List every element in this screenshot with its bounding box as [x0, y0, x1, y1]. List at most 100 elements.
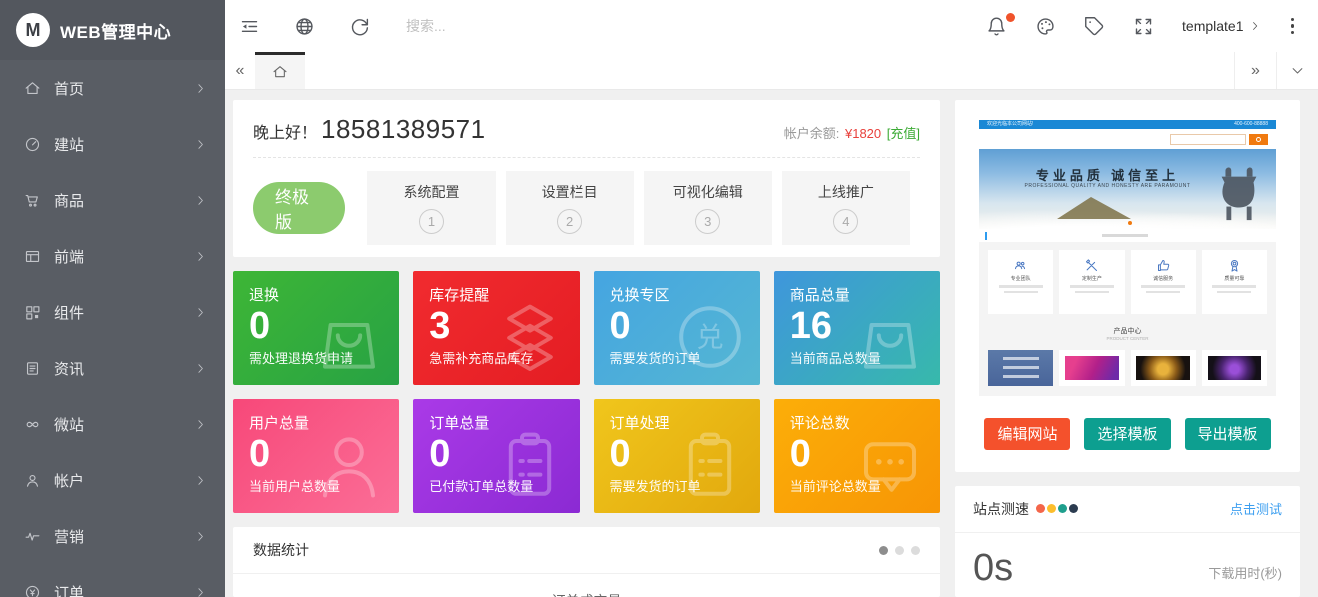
svg-text:兑: 兑 — [696, 322, 723, 353]
preview-caption-row — [979, 229, 1276, 242]
stat-card-returns[interactable]: 退换 0 需处理退换货申请 — [233, 271, 399, 385]
step-visual-edit[interactable]: 可视化编辑 3 — [644, 171, 772, 245]
stat-card-comment-total[interactable]: 评论总数 0 当前评论总数量 — [774, 399, 940, 513]
shopping-bag-icon — [850, 297, 930, 377]
recharge-link[interactable]: [充值] — [887, 126, 920, 141]
stat-card-user-total[interactable]: 用户总量 0 当前用户总数量 — [233, 399, 399, 513]
step-system-config[interactable]: 系统配置 1 — [367, 171, 495, 245]
notification-dot — [1006, 13, 1015, 22]
components-icon — [24, 304, 41, 321]
logo-m-icon: M — [16, 13, 50, 47]
refresh-icon[interactable] — [349, 16, 370, 37]
sidebar-item-orders[interactable]: 订单 — [0, 564, 225, 597]
run-speed-test-link[interactable]: 点击测试 — [1230, 499, 1282, 518]
pulse-icon — [24, 528, 41, 545]
speed-dot — [1058, 504, 1067, 513]
tabs-scroll-left-icon[interactable]: « — [225, 52, 255, 89]
stat-card-stock-alert[interactable]: 库存提醒 3 急需补充商品库存 — [413, 271, 579, 385]
fullscreen-icon[interactable] — [1133, 16, 1154, 37]
feature-card-production: 定制生产 — [1059, 250, 1124, 314]
search-input[interactable] — [406, 18, 626, 34]
mountain-graphic — [1057, 197, 1131, 219]
chevron-right-icon — [194, 250, 207, 263]
carousel-dot[interactable] — [911, 546, 920, 555]
website-template-preview[interactable]: 欢迎光临本公司网站! 400-600-88888 专业品质 诚信至上 PROFE… — [979, 120, 1276, 396]
step-go-live[interactable]: 上线推广 4 — [782, 171, 910, 245]
tabs-scroll-right-icon[interactable]: » — [1234, 52, 1276, 89]
clipboard-icon — [670, 425, 750, 505]
tools-icon — [1084, 258, 1099, 273]
sidebar-item-frontend[interactable]: 前端 — [0, 228, 225, 284]
magnifier-icon — [1256, 137, 1261, 142]
tag-icon[interactable] — [1084, 16, 1105, 37]
preview-search-button — [1249, 134, 1268, 145]
chevron-right-icon — [194, 194, 207, 207]
stat-card-product-total[interactable]: 商品总量 16 当前商品总数量 — [774, 271, 940, 385]
app-logo: M WEB管理中心 — [0, 0, 225, 60]
carousel-dot[interactable] — [879, 546, 888, 555]
speed-dot — [1047, 504, 1056, 513]
sidebar-item-marketing[interactable]: 营销 — [0, 508, 225, 564]
sidebar-item-home[interactable]: 首页 — [0, 60, 225, 116]
feature-card-service: 诚信服务 — [1131, 250, 1196, 314]
more-options-kebab-icon[interactable] — [1289, 16, 1297, 37]
hero-subtitle: PROFESSIONAL QUALITY AND HONESTY ARE PAR… — [979, 183, 1236, 189]
balance-label: 帐户余额: — [784, 126, 840, 141]
preview-topbar: 欢迎光临本公司网站! 400-600-88888 — [979, 120, 1276, 129]
tabs-menu-chevron-icon[interactable] — [1276, 52, 1318, 89]
tab-bar: « » — [225, 52, 1318, 90]
comment-icon — [850, 425, 930, 505]
sidebar-item-news[interactable]: 资讯 — [0, 340, 225, 396]
stats-row-1: 退换 0 需处理退换货申请 库存提醒 3 急需补充商品库存 兑换专区 0 需要发… — [233, 271, 940, 385]
hero-carousel-dot — [1128, 221, 1132, 225]
home-icon — [24, 80, 41, 97]
shopping-bag-icon — [309, 297, 389, 377]
theme-palette-icon[interactable] — [1035, 16, 1056, 37]
chevron-right-icon — [194, 306, 207, 319]
product-tile — [1131, 350, 1196, 386]
sidebar-item-account[interactable]: 帐户 — [0, 452, 225, 508]
sidebar-item-site-build[interactable]: 建站 — [0, 116, 225, 172]
account-balance: 帐户余额: ¥1820 [充值] — [784, 123, 920, 142]
medal-icon — [1227, 258, 1242, 273]
carousel-dot[interactable] — [895, 546, 904, 555]
language-globe-icon[interactable] — [294, 16, 315, 37]
stat-card-exchange-zone[interactable]: 兑换专区 0 需要发货的订单 兑 — [594, 271, 760, 385]
team-icon — [1013, 258, 1028, 273]
chevron-right-icon — [194, 530, 207, 543]
hero-title: 专业品质 诚信至上 — [979, 165, 1236, 184]
template-selector[interactable]: template1 — [1182, 18, 1260, 34]
order-icon — [24, 584, 41, 597]
preview-welcome-text: 欢迎光临本公司网站! — [987, 122, 1033, 127]
top-toolbar: template1 — [225, 0, 1318, 52]
preview-product-row — [979, 343, 1276, 396]
export-template-button[interactable]: 导出模板 — [1185, 418, 1271, 450]
preview-phone-text: 400-600-88888 — [1234, 122, 1268, 127]
setup-steps-row: 终极版 系统配置 1 设置栏目 2 可视化编辑 3 上线推广 — [253, 171, 920, 245]
infinity-icon — [24, 416, 41, 433]
carousel-dots — [879, 546, 920, 555]
collapse-sidebar-icon[interactable] — [239, 16, 260, 37]
product-tile — [1059, 350, 1124, 386]
step-number: 1 — [419, 209, 444, 234]
toolbar-right-cluster: template1 — [986, 16, 1296, 37]
preview-feature-cards: 专业团队 定制生产 诚信服务 质量可靠 — [979, 242, 1276, 322]
dashed-divider — [253, 157, 920, 158]
sidebar-item-microsite[interactable]: 微站 — [0, 396, 225, 452]
sidebar-menu: 首页 建站 商品 前端 组件 资讯 微站 — [0, 60, 225, 597]
version-badge[interactable]: 终极版 — [253, 182, 345, 234]
stat-card-order-total[interactable]: 订单总量 0 已付款订单总数量 — [413, 399, 579, 513]
tab-home[interactable] — [255, 52, 305, 89]
sidebar-item-components[interactable]: 组件 — [0, 284, 225, 340]
notifications-bell-icon[interactable] — [986, 16, 1007, 37]
app-title: WEB管理中心 — [60, 18, 171, 43]
speed-status-dots — [1036, 504, 1078, 513]
edit-website-button[interactable]: 编辑网站 — [984, 418, 1070, 450]
news-icon — [24, 360, 41, 377]
choose-template-button[interactable]: 选择模板 — [1084, 418, 1170, 450]
main-area: template1 « » 晚上好！ 18581389571 帐户余额: — [225, 0, 1318, 597]
stat-card-order-processing[interactable]: 订单处理 0 需要发货的订单 — [594, 399, 760, 513]
sidebar-item-products[interactable]: 商品 — [0, 172, 225, 228]
data-statistics-card: 数据统计 订单成交量 — [233, 527, 940, 597]
step-set-columns[interactable]: 设置栏目 2 — [506, 171, 634, 245]
